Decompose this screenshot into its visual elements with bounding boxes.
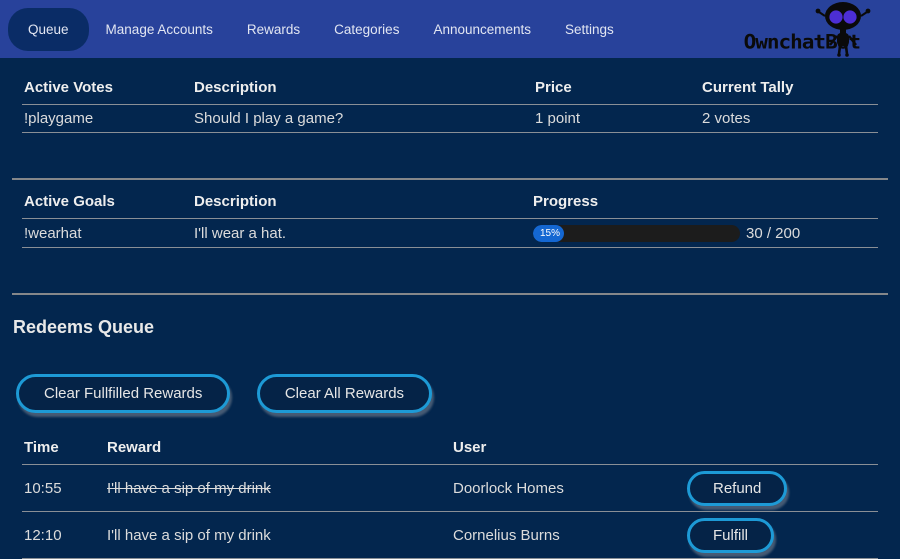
vote-tally: 2 votes bbox=[700, 105, 878, 133]
tab-categories[interactable]: Categories bbox=[317, 11, 416, 48]
active-goals-header-row: Active Goals Description Progress bbox=[22, 180, 878, 219]
progress-fill: 15% bbox=[533, 225, 564, 242]
fulfill-button[interactable]: Fulfill bbox=[687, 518, 774, 553]
tab-queue[interactable]: Queue bbox=[8, 8, 89, 51]
goal-progress-cell: 15% 30 / 200 bbox=[531, 219, 878, 248]
col-actions bbox=[687, 429, 878, 465]
vote-command: !playgame bbox=[22, 105, 192, 133]
redeem-time: 12:10 bbox=[22, 512, 105, 559]
col-time: Time bbox=[22, 429, 105, 465]
redeem-actions: Refund bbox=[687, 465, 878, 512]
redeems-queue-table: Time Reward User 10:55 I'll have a sip o… bbox=[22, 429, 878, 559]
active-goals-table: Active Goals Description Progress !wearh… bbox=[22, 180, 878, 248]
goal-description: I'll wear a hat. bbox=[192, 219, 531, 248]
tab-rewards[interactable]: Rewards bbox=[230, 11, 317, 48]
redeem-time: 10:55 bbox=[22, 465, 105, 512]
active-votes-table: Active Votes Description Price Current T… bbox=[22, 58, 878, 133]
section-divider bbox=[12, 293, 888, 295]
clear-all-rewards-button[interactable]: Clear All Rewards bbox=[257, 374, 432, 413]
col-active-goals: Active Goals bbox=[22, 180, 192, 219]
refund-button[interactable]: Refund bbox=[687, 471, 787, 506]
tab-announcements[interactable]: Announcements bbox=[416, 11, 548, 48]
active-votes-header-row: Active Votes Description Price Current T… bbox=[22, 58, 878, 105]
goal-command: !wearhat bbox=[22, 219, 192, 248]
redeems-toolbar: Clear Fullfilled Rewards Clear All Rewar… bbox=[12, 338, 888, 417]
brand-logo: OwnchatBot bbox=[744, 0, 890, 58]
redeem-reward: I'll have a sip of my drink bbox=[105, 465, 451, 512]
progress-bar: 15% bbox=[533, 225, 740, 242]
redeem-reward: I'll have a sip of my drink bbox=[105, 512, 451, 559]
table-row: !wearhat I'll wear a hat. 15% 30 / 200 bbox=[22, 219, 878, 248]
redeems-header-row: Time Reward User bbox=[22, 429, 878, 465]
col-progress: Progress bbox=[531, 180, 878, 219]
tab-manage-accounts[interactable]: Manage Accounts bbox=[89, 11, 230, 48]
top-nav: Queue Manage Accounts Rewards Categories… bbox=[0, 0, 900, 58]
main-content: Active Votes Description Price Current T… bbox=[0, 58, 900, 559]
col-description: Description bbox=[192, 58, 533, 105]
redeem-actions: Fulfill bbox=[687, 512, 878, 559]
clear-fulfilled-rewards-button[interactable]: Clear Fullfilled Rewards bbox=[16, 374, 230, 413]
vote-description: Should I play a game? bbox=[192, 105, 533, 133]
col-price: Price bbox=[533, 58, 700, 105]
redeem-user: Cornelius Burns bbox=[451, 512, 687, 559]
redeem-user: Doorlock Homes bbox=[451, 465, 687, 512]
col-user: User bbox=[451, 429, 687, 465]
vote-price: 1 point bbox=[533, 105, 700, 133]
robot-mascot-icon bbox=[814, 1, 872, 57]
table-row: 12:10 I'll have a sip of my drink Cornel… bbox=[22, 512, 878, 559]
col-reward: Reward bbox=[105, 429, 451, 465]
col-current-tally: Current Tally bbox=[700, 58, 878, 105]
table-row: !playgame Should I play a game? 1 point … bbox=[22, 105, 878, 133]
table-row: 10:55 I'll have a sip of my drink Doorlo… bbox=[22, 465, 878, 512]
page-title-redeems-queue: Redeems Queue bbox=[13, 317, 888, 338]
col-description: Description bbox=[192, 180, 531, 219]
tab-settings[interactable]: Settings bbox=[548, 11, 631, 48]
col-active-votes: Active Votes bbox=[22, 58, 192, 105]
progress-count: 30 / 200 bbox=[746, 225, 800, 242]
